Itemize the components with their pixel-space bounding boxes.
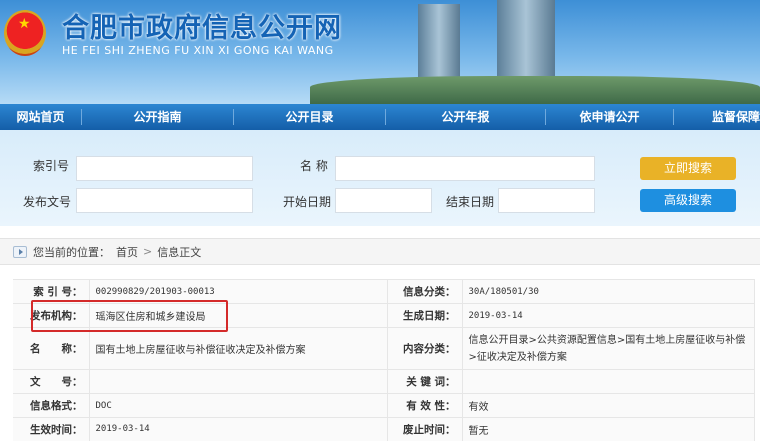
nav-guide[interactable]: 公开指南 [82, 109, 234, 125]
name-value: 国有土地上房屋征收与补偿征收决定及补偿方案 [89, 327, 388, 370]
breadcrumb: 您当前的位置： 首页 > 信息正文 [0, 238, 760, 265]
search-panel: 索引号 名 称 立即搜索 发布文号 开始日期 结束日期 高级搜索 [0, 130, 760, 226]
format-label: 信息格式： [13, 393, 90, 418]
index-label: 索引号 [33, 159, 70, 173]
end-date-input[interactable] [498, 188, 595, 213]
category-value: 30A/180501/30 [462, 279, 755, 304]
created-label: 生成日期： [387, 303, 463, 328]
start-date-label: 开始日期 [283, 195, 332, 209]
nav-catalog[interactable]: 公开目录 [234, 109, 386, 125]
validity-value: 有效 [462, 393, 755, 418]
end-date-label: 结束日期 [446, 195, 495, 209]
keyword-value [462, 369, 755, 394]
trees-image [310, 76, 760, 104]
validity-label: 有 效 性： [387, 393, 463, 418]
content-category-value: 信息公开目录>公共资源配置信息>国有土地上房屋征收与补偿>征收决定及补偿方案 [462, 327, 755, 370]
table-row: 文 号： 关 键 词： [13, 369, 755, 394]
category-label: 信息分类： [387, 279, 463, 304]
doc-number-label: 文 号： [13, 369, 90, 394]
format-value: DOC [89, 393, 388, 418]
content-category-label: 内容分类： [387, 327, 463, 370]
nav-apply[interactable]: 依申请公开 [546, 109, 674, 125]
search-button[interactable]: 立即搜索 [640, 157, 736, 180]
nav-home[interactable]: 网站首页 [0, 109, 82, 125]
table-row: 名 称： 国有土地上房屋征收与补偿征收决定及补偿方案 内容分类： 信息公开目录>… [13, 327, 755, 370]
name-label: 名 称 [300, 159, 328, 173]
doc-number-input[interactable] [76, 188, 253, 213]
nav-supervision[interactable]: 监督保障 [674, 109, 760, 125]
index-input[interactable] [76, 156, 253, 181]
name-label: 名 称： [13, 327, 90, 370]
highlight-box [31, 300, 228, 332]
start-date-input[interactable] [335, 188, 432, 213]
doc-number-label: 发布文号 [23, 195, 72, 209]
name-input[interactable] [335, 156, 595, 181]
nav-annual-report[interactable]: 公开年报 [386, 109, 546, 125]
created-value: 2019-03-14 [462, 303, 755, 328]
site-subtitle: HE FEI SHI ZHENG FU XIN XI GONG KAI WANG [62, 44, 334, 57]
advanced-search-button[interactable]: 高级搜索 [640, 189, 736, 212]
site-header: ★ 合肥市政府信息公开网 HE FEI SHI ZHENG FU XIN XI … [0, 0, 760, 104]
table-row: 生效时间： 2019-03-14 废止时间： 暂无 [13, 417, 755, 441]
site-title: 合肥市政府信息公开网 [62, 13, 342, 44]
breadcrumb-current: 信息正文 [157, 245, 202, 259]
main-nav: 网站首页 公开指南 公开目录 公开年报 依申请公开 监督保障 [0, 104, 760, 130]
breadcrumb-separator: > [143, 245, 153, 258]
abolish-label: 废止时间： [387, 417, 463, 441]
doc-number-value [89, 369, 388, 394]
table-row: 信息格式： DOC 有 效 性： 有效 [13, 393, 755, 418]
effective-label: 生效时间： [13, 417, 90, 441]
national-emblem-icon: ★ [4, 10, 46, 56]
effective-value: 2019-03-14 [89, 417, 388, 441]
abolish-value: 暂无 [462, 417, 755, 441]
breadcrumb-home-link[interactable]: 首页 [116, 244, 138, 260]
breadcrumb-prefix: 您当前的位置： [33, 245, 110, 259]
location-arrow-icon [13, 245, 27, 258]
keyword-label: 关 键 词： [387, 369, 463, 394]
